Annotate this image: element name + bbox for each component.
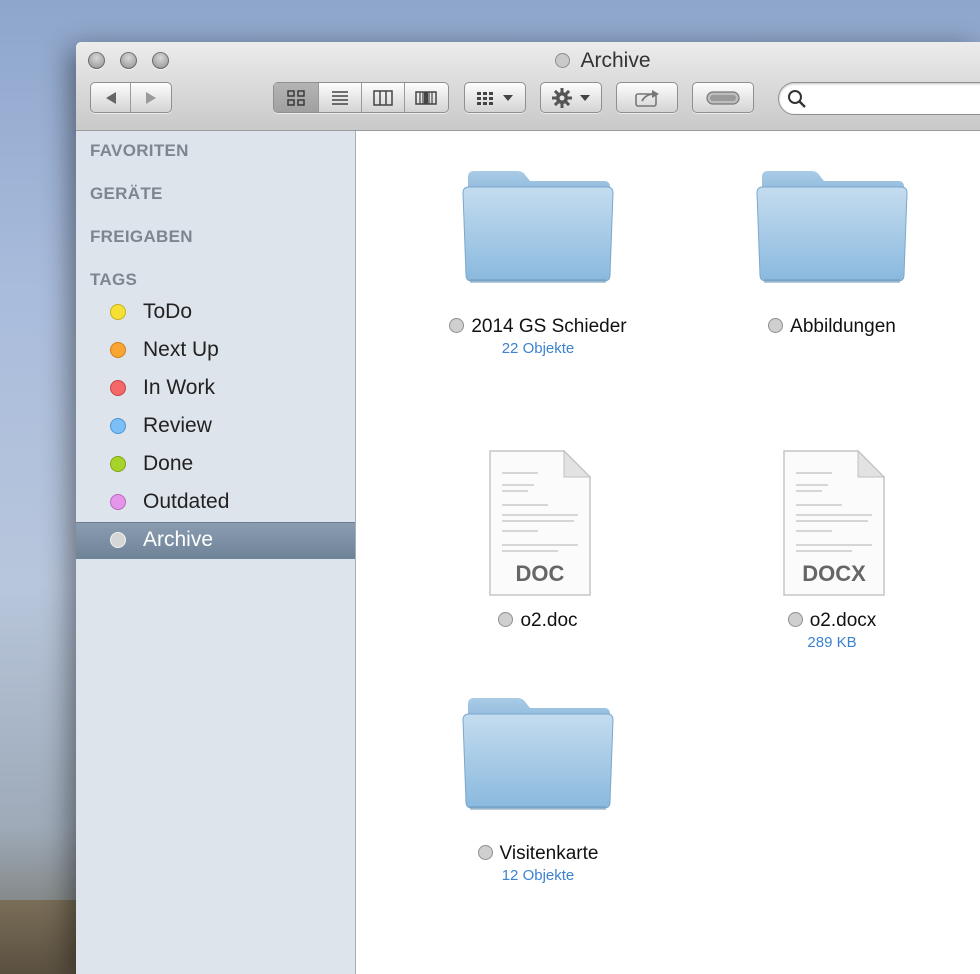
item-tag-dot (787, 612, 803, 627)
sidebar-tag-label: Outdated (143, 490, 230, 513)
item-name: 2014 GS Schieder (418, 316, 658, 338)
folder-item[interactable]: Visitenkarte 12 Objekte (418, 694, 658, 884)
search-icon (788, 90, 806, 108)
tag-color-dot (110, 380, 126, 396)
item-tag-dot (768, 318, 784, 333)
tag-color-dot (110, 456, 126, 472)
sidebar-tag-done[interactable]: Done (76, 447, 355, 483)
column-view-button[interactable] (362, 83, 405, 112)
list-view-icon (332, 90, 349, 105)
arrange-grid-icon (477, 91, 493, 105)
folder-tag-icon (555, 53, 571, 68)
item-tag-dot (498, 612, 514, 627)
sidebar-tag-in-work[interactable]: In Work (76, 371, 355, 407)
cover-flow-icon (415, 90, 437, 105)
sidebar-tag-archive[interactable]: Archive (76, 522, 355, 559)
folder-icon (462, 171, 614, 283)
back-arrow-icon (105, 91, 116, 104)
sidebar-tag-todo[interactable]: ToDo (76, 295, 355, 331)
icon-view-button[interactable] (274, 83, 320, 112)
tag-color-dot (110, 304, 126, 320)
search-field[interactable] (778, 82, 980, 115)
sidebar-tag-outdated[interactable]: Outdated (76, 485, 355, 521)
item-info: 22 Objekte (501, 340, 575, 357)
doc-file-icon: DOC (489, 449, 592, 596)
sidebar: FAVORITEN GERÄTE FREIGABEN TAGS ToDo Nex… (76, 131, 356, 974)
cover-flow-button[interactable] (405, 83, 448, 112)
share-button[interactable] (616, 82, 678, 113)
tag-color-dot (110, 532, 126, 548)
document-item[interactable]: DOC o2.doc (418, 449, 658, 634)
search-input[interactable] (811, 88, 980, 110)
tag-color-dot (110, 494, 126, 510)
forward-arrow-icon (146, 91, 156, 104)
folder-item[interactable]: 2014 GS Schieder 22 Objekte (418, 167, 658, 357)
doc-badge-label: DOC (516, 561, 565, 586)
chevron-down-icon (503, 94, 513, 101)
back-button[interactable] (91, 83, 132, 112)
doc-badge-label: DOCX (802, 561, 866, 586)
item-name: o2.doc (418, 610, 658, 632)
share-icon (635, 89, 659, 107)
finder-window: Archive FAVORITEN GERÄTE FREIGABEN TAGS … (76, 42, 980, 974)
chevron-down-icon (580, 94, 590, 101)
file-browser: 2014 GS Schieder 22 Objekte Abbildungen (356, 131, 980, 974)
action-button[interactable] (540, 82, 602, 113)
sidebar-tag-label: In Work (143, 376, 215, 399)
title-bar: Archive (76, 42, 980, 131)
docx-file-icon: DOCX (783, 449, 886, 596)
item-name: Abbildungen (712, 316, 952, 338)
tag-toggle-icon (706, 90, 740, 105)
tags-toggle-button[interactable] (692, 82, 754, 113)
sidebar-tag-review[interactable]: Review (76, 409, 355, 445)
sidebar-section-devices[interactable]: GERÄTE (90, 184, 163, 204)
view-mode-control (273, 82, 449, 113)
window-title: Archive (76, 49, 980, 73)
item-tag-dot (449, 318, 465, 333)
folder-icon (756, 171, 908, 283)
item-info: 12 Objekte (501, 867, 575, 884)
sidebar-section-tags[interactable]: TAGS (90, 270, 137, 290)
sidebar-tag-next-up[interactable]: Next Up (76, 333, 355, 369)
sidebar-section-favorites[interactable]: FAVORITEN (90, 141, 189, 161)
sidebar-tag-label: Archive (143, 528, 214, 551)
list-view-button[interactable] (319, 83, 362, 112)
desktop-background (0, 900, 80, 974)
item-info: 289 KB (807, 634, 857, 651)
folder-item[interactable]: Abbildungen (712, 167, 952, 340)
folder-icon (462, 698, 614, 810)
item-name: Visitenkarte (418, 843, 658, 865)
arrange-button[interactable] (464, 82, 526, 113)
gear-icon (552, 87, 572, 108)
sidebar-tag-label: Done (143, 452, 194, 475)
item-tag-dot (477, 845, 493, 860)
sidebar-tag-label: Review (143, 414, 212, 437)
column-view-icon (373, 89, 393, 106)
back-forward-control (90, 82, 172, 113)
icon-view-icon (287, 89, 305, 106)
item-name: o2.docx (712, 610, 952, 632)
tag-color-dot (110, 418, 126, 434)
forward-button[interactable] (131, 83, 171, 112)
sidebar-tag-label: Next Up (143, 338, 219, 361)
tag-color-dot (110, 342, 126, 358)
sidebar-tag-label: ToDo (143, 300, 193, 323)
document-item[interactable]: DOCX o2.docx 289 KB (712, 449, 952, 651)
sidebar-section-shared[interactable]: FREIGABEN (90, 227, 193, 247)
